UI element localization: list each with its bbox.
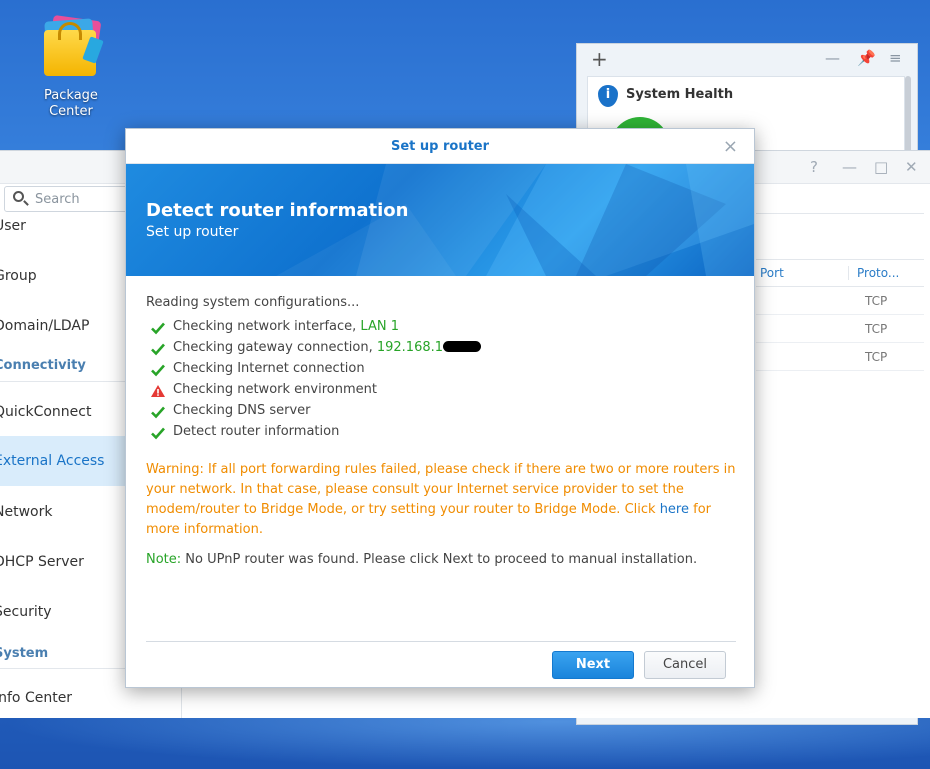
lan-value: LAN 1 bbox=[360, 319, 399, 334]
minimize-widget-icon[interactable]: — bbox=[825, 49, 840, 67]
note-label: Note: bbox=[146, 552, 182, 567]
table-row[interactable]: TCP bbox=[756, 343, 924, 371]
package-center-label: Package Center bbox=[44, 88, 98, 119]
minimize-icon[interactable]: — bbox=[842, 158, 857, 176]
dialog-body: Reading system configurations... Checkin… bbox=[146, 295, 736, 567]
toolbar-divider bbox=[756, 213, 924, 214]
check-internet-connection: Checking Internet connection bbox=[146, 360, 736, 381]
check-gateway-connection: Checking gateway connection, 192.168.1 bbox=[146, 339, 736, 360]
checkmark-icon bbox=[151, 364, 165, 377]
table-row[interactable]: TCP bbox=[756, 315, 924, 343]
system-health-title: System Health bbox=[626, 87, 734, 102]
checkmark-icon bbox=[151, 322, 165, 335]
table-row[interactable]: TCP bbox=[756, 287, 924, 315]
cancel-button[interactable]: Cancel bbox=[644, 651, 726, 679]
check-dns-server: Checking DNS server bbox=[146, 402, 736, 423]
search-input[interactable]: Search bbox=[4, 186, 144, 212]
gateway-ip-value: 192.168.1 bbox=[376, 340, 444, 355]
sidebar-item-info-center[interactable]: Info Center bbox=[0, 688, 182, 718]
checkmark-icon bbox=[151, 343, 165, 356]
widget-menu-icon[interactable]: ≡ bbox=[889, 49, 902, 67]
redacted-ip-block bbox=[443, 341, 482, 352]
package-center-desktop-icon[interactable]: Package Center bbox=[30, 14, 112, 120]
column-header-port[interactable]: Port bbox=[760, 266, 784, 280]
check-detect-router: Detect router information bbox=[146, 423, 736, 444]
checkmark-icon bbox=[151, 406, 165, 419]
dialog-banner: Detect router information Set up router bbox=[126, 164, 754, 276]
package-center-icon bbox=[40, 14, 104, 78]
info-shield-icon: i bbox=[598, 85, 618, 107]
close-window-icon[interactable]: ✕ bbox=[905, 158, 918, 176]
check-network-environment: Checking network environment bbox=[146, 381, 736, 402]
add-widget-icon[interactable]: + bbox=[591, 47, 608, 71]
widget-scrollbar[interactable] bbox=[905, 76, 911, 156]
help-icon[interactable]: ? bbox=[810, 158, 818, 176]
dialog-title: Set up router bbox=[390, 139, 490, 154]
warning-message: Warning: If all port forwarding rules fa… bbox=[146, 462, 736, 537]
more-info-link[interactable]: here bbox=[660, 502, 689, 517]
dialog-title-bar: Set up router × bbox=[126, 129, 754, 164]
search-icon bbox=[13, 191, 24, 202]
note-message: Note: No UPnP router was found. Please c… bbox=[146, 552, 698, 567]
check-network-interface: Checking network interface, LAN 1 bbox=[146, 318, 736, 339]
maximize-icon[interactable]: □ bbox=[874, 158, 888, 176]
close-icon[interactable]: × bbox=[723, 129, 738, 164]
widget-toolbar: + — 📌 ≡ bbox=[577, 44, 917, 76]
warning-icon bbox=[151, 385, 165, 397]
column-header-protocol[interactable]: Proto... bbox=[848, 266, 899, 280]
banner-title: Detect router information bbox=[146, 200, 409, 221]
port-table: Port Proto... TCP TCP TCP bbox=[756, 259, 924, 371]
table-header: Port Proto... bbox=[756, 259, 924, 287]
banner-subtitle: Set up router bbox=[146, 224, 239, 240]
checkmark-icon bbox=[151, 427, 165, 440]
setup-router-dialog: Set up router × Detect router informatio… bbox=[125, 128, 755, 688]
pin-icon[interactable]: 📌 bbox=[857, 49, 876, 67]
dialog-footer-divider bbox=[146, 641, 736, 642]
reading-status: Reading system configurations... bbox=[146, 295, 360, 310]
next-button[interactable]: Next bbox=[552, 651, 634, 679]
